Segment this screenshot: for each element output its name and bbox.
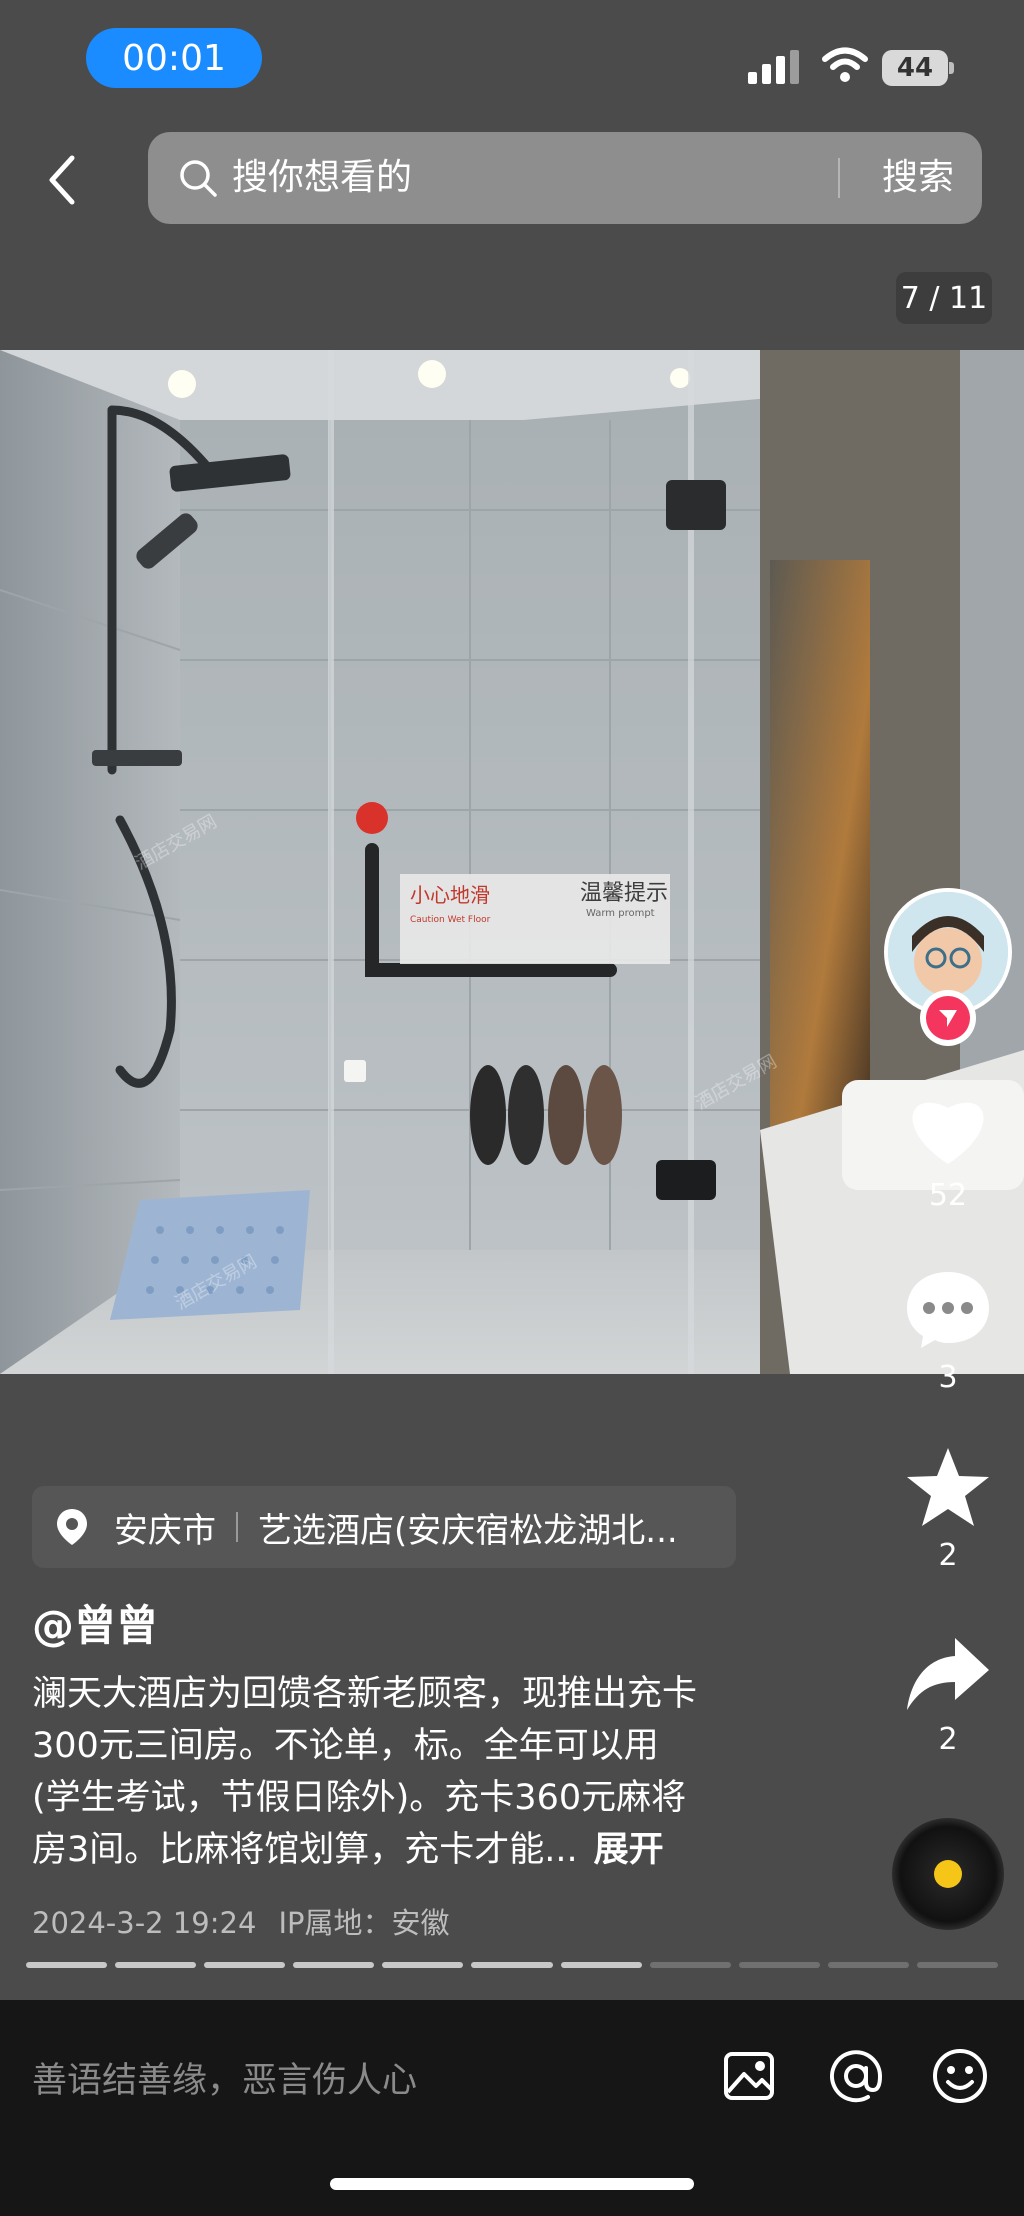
sign-warning-en: Caution Wet Floor <box>410 915 491 925</box>
home-indicator <box>330 2178 694 2190</box>
sign-title: 温馨提示 <box>580 881 668 906</box>
gallery-progress <box>26 1962 999 1968</box>
battery-level: 44 <box>882 50 948 86</box>
location-divider <box>236 1512 238 1542</box>
share-button[interactable]: 2 <box>890 1636 1006 1757</box>
send-arrow-icon <box>939 1010 957 1027</box>
bathroom-photo: 温馨提示 Warm prompt 小心地滑 Caution Wet Floor … <box>0 350 1024 1374</box>
progress-segment <box>115 1962 197 1968</box>
emoji-icon[interactable] <box>930 2046 990 2106</box>
comment-input[interactable]: 善语结善缘，恶言伤人心 <box>32 2052 417 2103</box>
description-line: 澜天大酒店为回馈各新老顾客，现推出充卡 <box>32 1674 698 1714</box>
at-mention-icon[interactable] <box>826 2046 886 2106</box>
favorite-button[interactable]: 2 <box>890 1446 1006 1573</box>
share-count: 2 <box>938 1722 958 1757</box>
status-time: 00:01 <box>86 28 262 88</box>
progress-segment <box>738 1962 820 1968</box>
location-chip[interactable]: 安庆市 艺选酒店(安庆宿松龙湖北... <box>32 1486 736 1568</box>
music-disc[interactable] <box>892 1818 1004 1930</box>
battery-icon: 44 <box>882 50 954 86</box>
post-photo[interactable]: 温馨提示 Warm prompt 小心地滑 Caution Wet Floor … <box>0 350 1024 1374</box>
search-button[interactable]: 搜索 <box>868 132 968 224</box>
progress-segment <box>382 1962 464 1968</box>
star-icon <box>907 1448 989 1526</box>
ip-location: IP属地：安徽 <box>278 1906 450 1940</box>
progress-segment <box>26 1962 108 1968</box>
description-line: (学生考试，节假日除外)。充卡360元麻将 <box>32 1778 687 1818</box>
heart-icon <box>912 1102 984 1164</box>
location-hotel: 艺选酒店(安庆宿松龙湖北... <box>258 1510 678 1551</box>
image-icon[interactable] <box>720 2046 780 2106</box>
expand-button[interactable]: 展开 <box>594 1830 664 1870</box>
wifi-icon <box>822 47 868 82</box>
progress-segment <box>649 1962 731 1968</box>
progress-segment <box>827 1962 909 1968</box>
progress-segment <box>293 1962 375 1968</box>
location-city: 安庆市 <box>114 1510 216 1551</box>
search-divider <box>838 158 840 198</box>
location-pin-icon <box>57 1509 87 1545</box>
comment-bar: 善语结善缘，恶言伤人心 <box>0 2000 1024 2216</box>
sign-warning: 小心地滑 <box>410 883 490 907</box>
sign-subtitle: Warm prompt <box>586 908 655 919</box>
progress-segment <box>916 1962 999 1968</box>
search-bar[interactable]: 搜你想看的 搜索 <box>148 132 982 224</box>
music-disc-center <box>934 1860 962 1888</box>
post-date: 2024-3-2 19:24 <box>32 1906 257 1940</box>
description-line: 房3间。比麻将馆划算，充卡才能... <box>32 1830 578 1870</box>
cellular-signal-icon <box>748 50 800 84</box>
progress-segment <box>560 1962 642 1968</box>
post-meta: 2024-3-2 19:24 IP属地：安徽 <box>32 1900 449 1942</box>
comment-button[interactable]: 3 <box>890 1268 1006 1395</box>
gallery-page-counter: 7 / 11 <box>896 272 992 324</box>
search-icon <box>180 160 217 197</box>
post-description[interactable]: 澜天大酒店为回馈各新老顾客，现推出充卡 300元三间房。不论单，标。全年可以用 … <box>32 1668 792 1876</box>
favorite-count: 2 <box>938 1538 958 1573</box>
comment-count: 3 <box>938 1360 958 1395</box>
back-button[interactable] <box>36 150 86 210</box>
comment-bubble-icon <box>907 1272 989 1348</box>
like-count: 52 <box>928 1178 968 1213</box>
like-button[interactable]: 52 <box>890 1088 1006 1213</box>
progress-segment <box>471 1962 553 1968</box>
description-line: 300元三间房。不论单，标。全年可以用 <box>32 1726 659 1766</box>
author-name[interactable]: @曾曾 <box>32 1592 158 1653</box>
follow-button[interactable] <box>920 990 976 1046</box>
chevron-left-icon <box>49 155 75 205</box>
progress-segment <box>204 1962 286 1968</box>
share-arrow-icon <box>907 1638 989 1710</box>
search-input[interactable]: 搜你想看的 <box>232 132 412 224</box>
